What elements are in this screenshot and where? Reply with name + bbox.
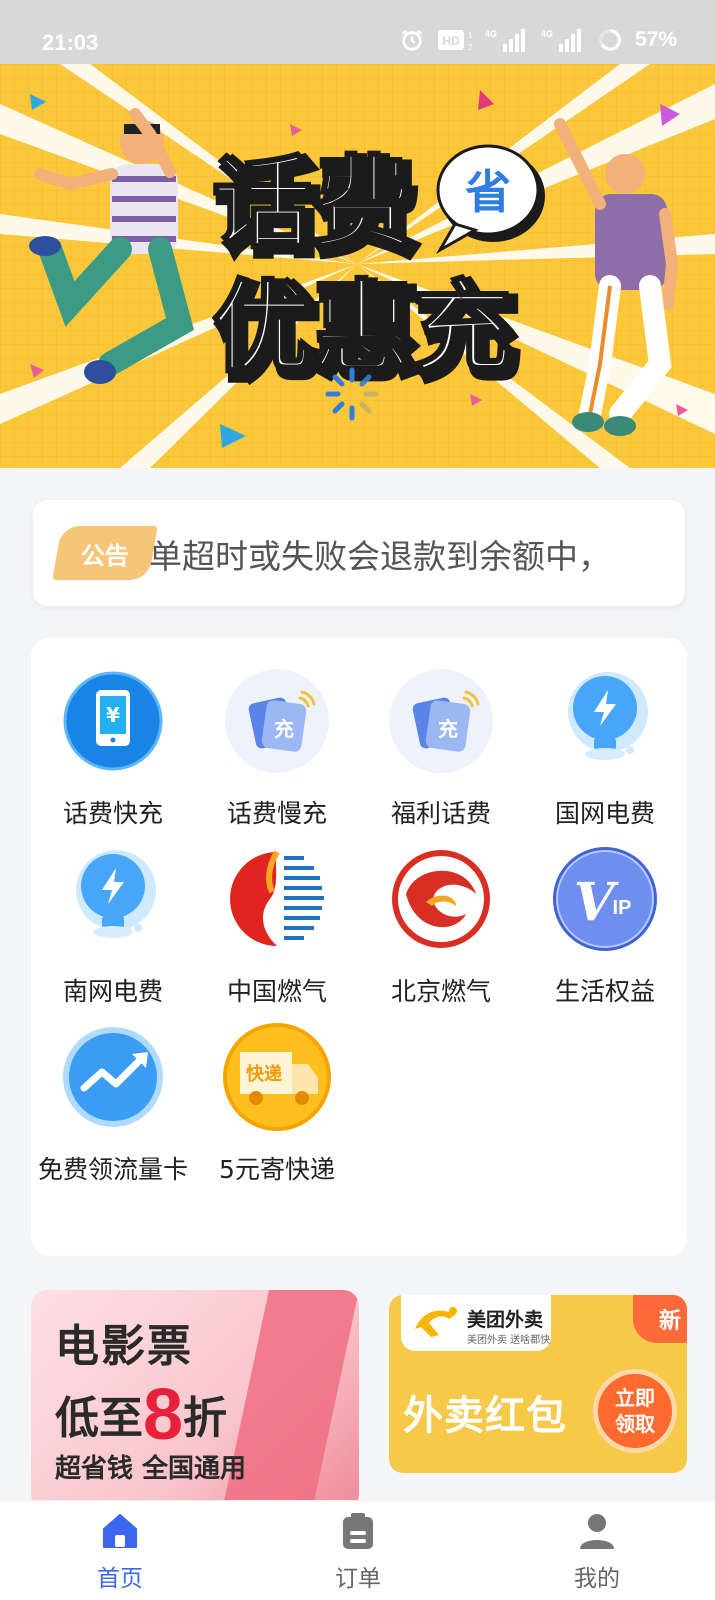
meituan-brand-box: 美团外卖 美团外卖 送啥都快 [401,1295,551,1351]
claim-now-button[interactable]: 立即领取 [593,1369,677,1453]
service-express-delivery[interactable]: 快递 5元寄快递 [195,1022,359,1190]
recharge-card-icon: 充 [225,669,329,773]
promo-meituan-waimai[interactable]: 美团外卖 美团外卖 送啥都快 新 外卖红包 立即领取 [389,1295,687,1473]
tab-orders-label: 订单 [335,1566,381,1592]
meituan-slogan: 美团外卖 送啥都快 [467,1335,551,1346]
promo-movie-title: 电影票 [55,1321,193,1372]
notice-tag: 公告 [52,526,158,580]
promo-movie-discount-prefix: 低至 [55,1393,143,1444]
tab-profile-label: 我的 [574,1566,620,1592]
tab-profile[interactable]: 我的 [537,1511,657,1593]
notice-bar[interactable]: 公告 单超时或失败会退款到余额中， [33,500,685,606]
svg-text:充: 充 [274,717,294,741]
vip-icon: V IP [553,847,657,951]
svg-text:快递: 快递 [246,1063,282,1085]
battery-ring-icon [599,29,621,51]
svg-text:¥: ¥ [106,703,120,727]
bottom-tab-bar: 首页 订单 我的 [0,1500,715,1600]
service-phone-slow[interactable]: 充 话费慢充 [195,666,359,834]
trend-up-icon [63,1027,163,1127]
banner-line1: 话费 [212,145,412,262]
banner-illustration: 话费 话费 优惠充 优惠充 省 [0,64,715,468]
svg-text:充: 充 [438,717,458,741]
promo-movie-discount-suffix: 折 [183,1393,228,1444]
promo-movie-subtitle: 超省钱 全国通用 [55,1454,247,1484]
signal-4g-icon: 4G [485,29,525,52]
service-label: 话费慢充 [226,799,327,828]
lightning-bulb-icon [76,850,156,938]
service-life-benefits[interactable]: V IP 生活权益 [523,844,687,1012]
china-gas-logo-icon [230,850,324,946]
promo-movie-discount: 低至8折 [55,1368,228,1455]
svg-text:4G: 4G [541,29,553,39]
svg-text:省: 省 [465,165,511,219]
hd-icon: HD 1 2 [437,30,473,52]
kangaroo-logo-icon [415,1307,457,1337]
svg-text:HD: HD [442,34,460,48]
home-icon [103,1514,137,1548]
recharge-card-icon: 充 [389,669,493,773]
svg-text:IP: IP [613,897,632,919]
tab-home[interactable]: 首页 [60,1511,180,1593]
service-label: 中国燃气 [226,977,327,1006]
order-icon [343,1513,373,1549]
service-label: 话费快充 [62,799,163,828]
service-label: 南网电费 [62,977,163,1006]
service-label: 免费领流量卡 [38,1155,189,1184]
service-label: 北京燃气 [390,977,491,1006]
services-grid: ¥ 话费快充 充 话费慢充 充 福利话费 国网电费 南网电费 中国燃气 北京燃气… [31,638,687,1256]
claim-now-label: 立即领取 [615,1386,655,1436]
service-label: 5元寄快递 [219,1155,335,1184]
service-label: 国网电费 [554,799,655,828]
alarm-icon [401,29,423,51]
service-south-grid-electric[interactable]: 南网电费 [31,844,195,1012]
promo-movie-tickets[interactable]: 电影票 低至8折 超省钱 全国通用 [31,1290,359,1510]
user-icon [580,1514,614,1549]
service-label: 生活权益 [554,977,655,1006]
lightning-bulb-icon [568,672,648,760]
tablet-yen-icon: ¥ [63,671,163,771]
meituan-brand: 美团外卖 [467,1309,544,1331]
tab-orders[interactable]: 订单 [298,1511,418,1593]
service-phone-fast[interactable]: ¥ 话费快充 [31,666,195,834]
notice-text: 单超时或失败会退款到余额中， [149,537,611,576]
new-badge: 新 [633,1295,687,1343]
waimai-title: 外卖红包 [403,1393,567,1439]
promo-movie-discount-number: 8 [143,1375,184,1455]
service-label: 福利话费 [390,799,491,828]
service-china-gas[interactable]: 中国燃气 [195,844,359,1012]
battery-percent: 57% [634,28,677,51]
tab-home-label: 首页 [97,1566,143,1592]
promo-banner[interactable]: 话费 话费 优惠充 优惠充 省 [0,64,715,468]
banner-line2: 优惠充 [212,269,512,386]
beijing-gas-logo-icon [392,850,490,948]
status-icons: HD 1 2 4G 4G 57% [399,28,677,52]
svg-text:4G: 4G [485,29,497,39]
service-welfare-phone[interactable]: 充 福利话费 [359,666,523,834]
delivery-truck-icon: 快递 [223,1023,331,1131]
status-bar: 21:03 HD 1 2 4G 4G 57% [0,0,715,64]
service-free-data-card[interactable]: 免费领流量卡 [31,1022,195,1190]
svg-text:1: 1 [468,31,473,40]
svg-text:2: 2 [468,43,473,52]
status-time: 21:03 [42,30,99,55]
service-beijing-gas[interactable]: 北京燃气 [359,844,523,1012]
service-state-grid-electric[interactable]: 国网电费 [523,666,687,834]
signal-4g-icon: 4G [541,29,581,52]
